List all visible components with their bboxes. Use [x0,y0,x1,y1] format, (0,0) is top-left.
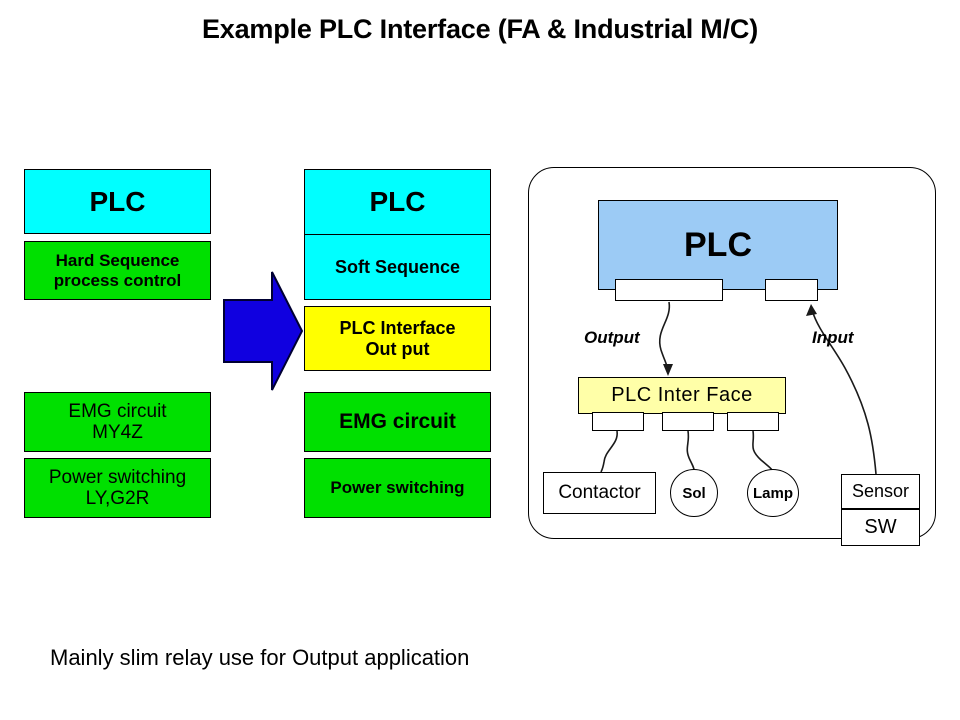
plc-input-terminal [765,279,818,301]
wire-input-arrowhead [806,304,817,316]
interface-terminal-3 [727,412,779,431]
device-contactor: Contactor [543,472,656,514]
wire-sol [686,430,695,471]
wire-contactor [600,430,618,473]
caption-text: Mainly slim relay use for Output applica… [50,645,470,670]
device-sw: SW [841,509,920,546]
device-sol: Sol [670,469,718,517]
device-lamp: Lamp [747,469,799,517]
plc-output-terminal [615,279,723,301]
interface-terminal-2 [662,412,714,431]
wire-lamp [752,430,773,471]
wiring-diagram [600,301,877,475]
output-label: Output [584,328,640,347]
device-sensor: Sensor [841,474,920,509]
interface-terminal-1 [592,412,644,431]
panel-plc-box: PLC [598,200,838,290]
panel-plc-interface-box: PLC Inter Face [578,377,786,414]
slide-canvas: Example PLC Interface (FA & Industrial M… [0,0,960,720]
wire-output [658,301,671,373]
input-label: Input [812,328,854,347]
wire-output-arrowhead [663,364,673,376]
